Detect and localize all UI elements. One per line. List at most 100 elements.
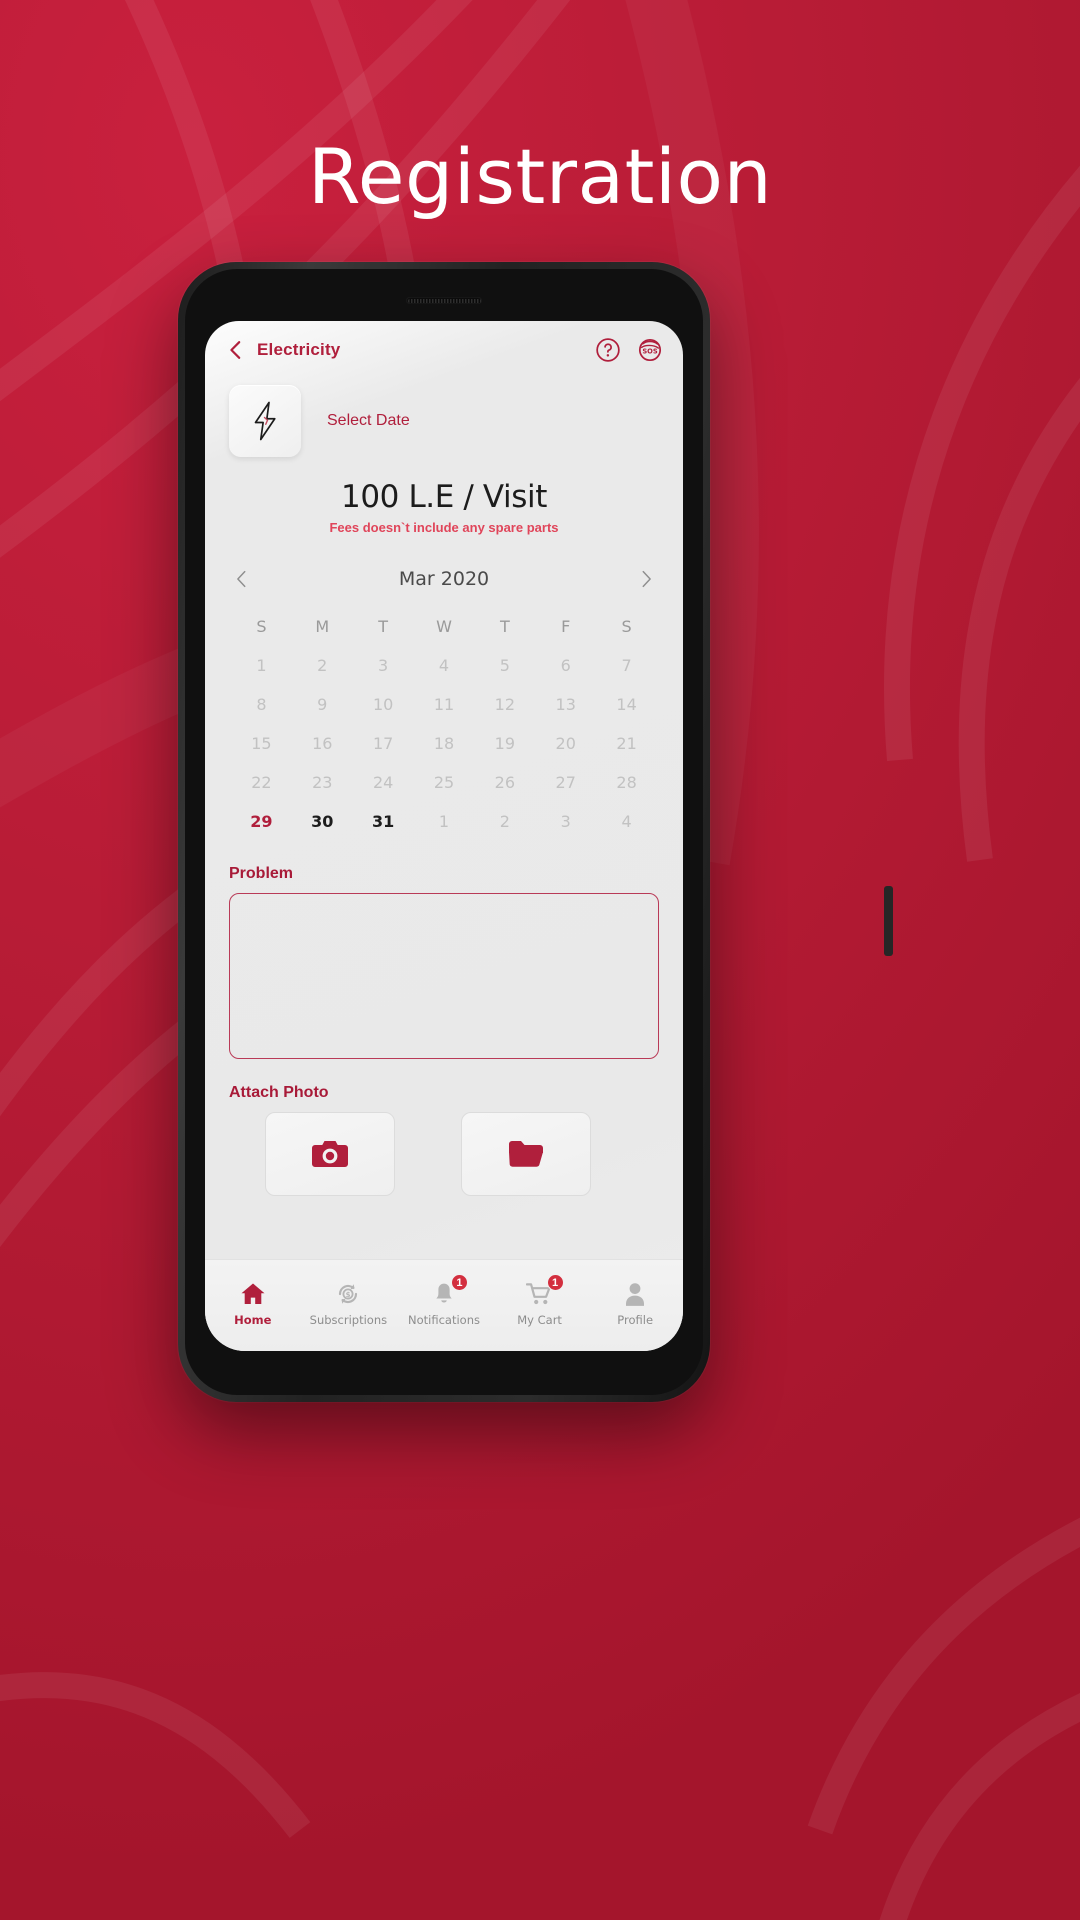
calendar-day-cell[interactable]: 4	[414, 656, 475, 675]
question-mark-circle-icon[interactable]	[595, 337, 621, 363]
attach-photo-row	[229, 1112, 659, 1196]
phone-button-power	[884, 886, 893, 956]
calendar-day-cell[interactable]: 30	[292, 812, 353, 831]
calendar-day-cell[interactable]: 20	[535, 734, 596, 753]
phone-body: Electricity SOS Select Date 100 L.E / Vi…	[185, 269, 703, 1395]
price-note: Fees doesn`t include any spare parts	[329, 520, 559, 535]
calendar-day-cell[interactable]: 14	[596, 695, 657, 714]
calendar-day-cell[interactable]: 27	[535, 773, 596, 792]
calendar-grid: 1 2 3 4 5 6 7 8 9 10 11 12 13 14 15 16 17 18 19 20 21 22 23 24 2…	[231, 656, 657, 831]
calendar-day-cell[interactable]: 13	[535, 695, 596, 714]
problem-label: Problem	[229, 865, 294, 882]
attach-photo-label: Attach Photo	[229, 1084, 329, 1101]
calendar-day-cell[interactable]: 2	[474, 812, 535, 831]
problem-section: Problem	[205, 865, 683, 1064]
person-icon	[620, 1280, 650, 1308]
calendar-day-cell[interactable]: 16	[292, 734, 353, 753]
attach-photo-section: Attach Photo	[205, 1084, 683, 1196]
svg-text:SOS: SOS	[642, 348, 658, 356]
calendar-day-cell[interactable]: 2	[292, 656, 353, 675]
calendar-day-cell[interactable]: 7	[596, 656, 657, 675]
camera-icon	[312, 1141, 348, 1167]
nav-badge: 1	[450, 1274, 468, 1291]
calendar-day-cell[interactable]: 4	[596, 812, 657, 831]
calendar-day-cell[interactable]: 22	[231, 773, 292, 792]
nav-item-notifications[interactable]: 1 Notifications	[396, 1274, 492, 1327]
calendar-day-cell[interactable]: 10	[353, 695, 414, 714]
calendar-day-cell[interactable]: 29	[231, 812, 292, 831]
calendar-day-cell[interactable]: 31	[353, 812, 414, 831]
calendar-weekday: F	[561, 617, 571, 636]
calendar-weekday: S	[621, 617, 632, 636]
attach-from-camera-button[interactable]	[265, 1112, 395, 1196]
calendar-month-label: Mar 2020	[398, 568, 490, 590]
calendar-weekday: T	[378, 617, 389, 636]
calendar-week-row: 8 9 10 11 12 13 14	[231, 695, 657, 714]
nav-item-label: Subscriptions	[309, 1313, 388, 1327]
nav-item-home[interactable]: Home	[205, 1280, 301, 1327]
nav-item-label: My Cart	[517, 1313, 562, 1327]
calendar-week-row: 22 23 24 25 26 27 28	[231, 773, 657, 792]
folder-icon	[509, 1141, 543, 1167]
calendar-day-cell[interactable]: 17	[353, 734, 414, 753]
calendar-weekday: M	[315, 617, 330, 636]
calendar-week-row: 1234567	[231, 656, 657, 675]
calendar-prev-month-icon[interactable]	[231, 568, 253, 590]
nav-item-my-cart[interactable]: 1 My Cart	[492, 1274, 588, 1327]
service-row: Select Date	[205, 379, 683, 457]
calendar-day-cell[interactable]: 9	[292, 695, 353, 714]
cart-icon: 1	[525, 1274, 564, 1308]
lightning-bolt-icon	[254, 401, 276, 441]
calendar-day-cell[interactable]: 12	[474, 695, 535, 714]
nav-item-subscriptions[interactable]: $ Subscriptions	[301, 1280, 397, 1327]
calendar-day-cell[interactable]: 6	[535, 656, 596, 675]
select-date-label[interactable]: Select Date	[327, 412, 410, 430]
phone-mockup: Electricity SOS Select Date 100 L.E / Vi…	[178, 262, 893, 1402]
calendar-day-cell[interactable]: 5	[474, 656, 535, 675]
calendar-day-cell[interactable]: 24	[353, 773, 414, 792]
calendar-weekday: S	[256, 617, 267, 636]
calendar-day-cell[interactable]: 15	[231, 734, 292, 753]
nav-item-profile[interactable]: Profile	[587, 1280, 683, 1327]
calendar-weekday: T	[499, 617, 510, 636]
calendar-day-cell[interactable]: 19	[474, 734, 535, 753]
calendar-day-cell[interactable]: 1	[414, 812, 475, 831]
problem-input[interactable]	[229, 893, 659, 1059]
sos-phone-icon[interactable]: SOS	[637, 337, 663, 363]
calendar-header: Mar 2020	[231, 559, 657, 599]
service-tile-electricity[interactable]	[229, 385, 301, 457]
calendar-weekday-header: S M T W T F S	[231, 617, 657, 636]
app-bar-title: Electricity	[257, 340, 341, 359]
subscriptions-icon: $	[333, 1280, 363, 1308]
app-screen: Electricity SOS Select Date 100 L.E / Vi…	[205, 321, 683, 1351]
calendar-day-cell[interactable]: 1	[231, 656, 292, 675]
calendar-day-cell[interactable]: 3	[353, 656, 414, 675]
nav-badge: 1	[546, 1274, 564, 1291]
app-bar: Electricity SOS	[205, 321, 683, 379]
nav-item-label: Profile	[617, 1313, 654, 1327]
price-amount: 100 L.E / Visit	[341, 479, 547, 515]
calendar-day-cell[interactable]: 11	[414, 695, 475, 714]
calendar-day-cell[interactable]: 3	[535, 812, 596, 831]
nav-item-label: Home	[234, 1313, 272, 1327]
calendar-day-cell[interactable]: 28	[596, 773, 657, 792]
calendar-week-row: 29 30 31 1 2 3 4	[231, 812, 657, 831]
calendar-day-cell[interactable]: 25	[414, 773, 475, 792]
calendar-day-cell[interactable]: 23	[292, 773, 353, 792]
bottom-navigation: Home $ Subscriptions 1 Notifications 1 My Cart…	[205, 1259, 683, 1351]
nav-item-label: Notifications	[408, 1313, 480, 1327]
calendar-next-month-icon[interactable]	[635, 568, 657, 590]
home-icon	[238, 1280, 268, 1308]
calendar-day-cell[interactable]: 26	[474, 773, 535, 792]
calendar: Mar 2020 S M T W T F S 1 2 3 4 5 6 7 8 9 10 11 12 13…	[205, 559, 683, 831]
price-block: 100 L.E / Visit Fees doesn`t include any…	[205, 479, 683, 535]
calendar-week-row: 15 16 17 18 19 20 21	[231, 734, 657, 753]
calendar-day-cell[interactable]: 21	[596, 734, 657, 753]
back-chevron-icon[interactable]	[225, 339, 247, 361]
calendar-day-cell[interactable]: 18	[414, 734, 475, 753]
calendar-weekday: W	[436, 617, 452, 636]
bell-icon: 1	[429, 1274, 468, 1308]
page-title: Registration	[307, 132, 773, 221]
attach-from-gallery-button[interactable]	[461, 1112, 591, 1196]
calendar-day-cell[interactable]: 8	[231, 695, 292, 714]
